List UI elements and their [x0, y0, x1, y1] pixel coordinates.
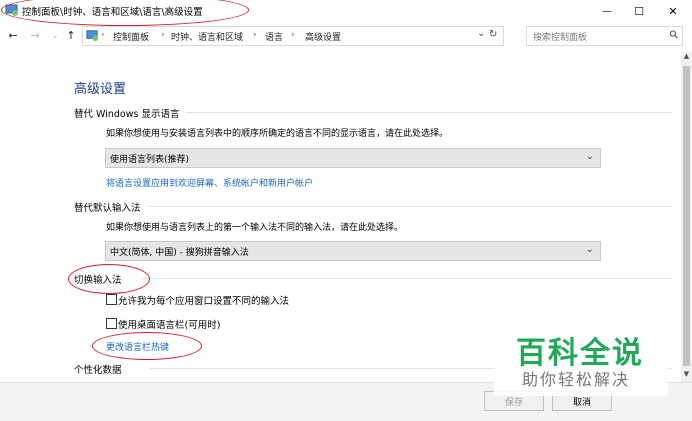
divider — [186, 112, 672, 113]
default-input-selected: 中文(简体, 中国) - 搜狗拼音输入法 — [110, 248, 249, 258]
navigation-bar: ← → ⌄ ↑ › 控制面板 › 时钟、语言和区域 › 语言 › 高级设置 ⌄ … — [0, 24, 692, 48]
search-placeholder: 搜索控制面板 — [533, 33, 588, 43]
display-language-selected: 使用语言列表(推荐) — [110, 155, 190, 165]
link-annotation-circle — [92, 332, 202, 360]
breadcrumb-language[interactable]: 语言 — [265, 30, 283, 43]
per-app-input-checkbox[interactable] — [106, 294, 117, 305]
apply-language-settings-link[interactable]: 将语言设置应用到欢迎屏幕、系统帐户和新用户帐户 — [106, 176, 313, 189]
refresh-icon[interactable]: ↻ — [489, 29, 497, 40]
scrollbar-thumb[interactable] — [683, 66, 690, 366]
vertical-scrollbar[interactable]: ▲ ▼ — [681, 52, 692, 420]
minimize-icon: — — [602, 5, 612, 17]
up-arrow-icon: ↑ — [66, 28, 76, 42]
display-language-section-title: 替代 Windows 显示语言 — [74, 109, 180, 120]
breadcrumb-clock-language-region[interactable]: 时钟、语言和区域 — [171, 30, 243, 43]
search-box[interactable]: 搜索控制面板 ⚲ — [526, 26, 683, 46]
divider — [148, 206, 672, 207]
breadcrumb-separator-icon: › — [253, 30, 257, 40]
title-bar: 控制面板\时钟、语言和区域\语言\高级设置 — ☐ ✕ — [0, 0, 692, 26]
personalization-section-title: 个性化数据 — [74, 365, 122, 376]
breadcrumb-advanced-settings[interactable]: 高级设置 — [305, 30, 341, 43]
divider — [140, 278, 672, 279]
section-annotation-circle — [68, 264, 150, 294]
desktop-language-bar-checkbox[interactable] — [106, 318, 117, 329]
back-arrow-icon: ← — [8, 28, 18, 42]
title-annotation-circle — [1, 0, 249, 26]
chevron-down-icon: ⌄ — [585, 244, 594, 255]
recent-dropdown-button[interactable]: ⌄ — [48, 28, 62, 42]
minimize-button[interactable]: — — [590, 0, 624, 22]
breadcrumb-separator-icon: › — [161, 30, 165, 40]
breadcrumb-separator-icon: › — [291, 30, 295, 40]
search-icon[interactable]: ⚲ — [667, 27, 682, 42]
maximize-icon: ☐ — [634, 4, 644, 18]
default-input-select[interactable]: 中文(简体, 中国) - 搜狗拼音输入法 ⌄ — [105, 241, 601, 261]
display-language-description: 如果你想使用与安装语言列表中的顺序所确定的语言不同的显示语言，请在此处选择。 — [106, 129, 449, 139]
back-button[interactable]: ← — [6, 28, 20, 42]
address-bar[interactable]: › 控制面板 › 时钟、语言和区域 › 语言 › 高级设置 ⌄ ↻ — [82, 26, 504, 46]
address-dropdown-icon[interactable]: ⌄ — [477, 28, 485, 39]
scroll-down-icon[interactable]: ▼ — [682, 370, 691, 380]
breadcrumb-separator-icon: › — [101, 30, 105, 40]
close-icon: ✕ — [668, 4, 678, 18]
maximize-button[interactable]: ☐ — [622, 0, 656, 22]
forward-arrow-icon: → — [30, 28, 40, 42]
breadcrumb-control-panel[interactable]: 控制面板 — [113, 30, 149, 43]
watermark: 百科全说 助你轻松解决 — [494, 326, 668, 396]
default-input-section-title: 替代默认输入法 — [74, 203, 141, 214]
per-app-input-label[interactable]: 允许我为每个应用窗口设置不同的输入法 — [118, 293, 289, 307]
control-panel-small-icon — [86, 30, 99, 42]
chevron-down-icon: ⌄ — [585, 151, 594, 162]
up-button[interactable]: ↑ — [64, 28, 78, 42]
desktop-language-bar-label[interactable]: 使用桌面语言栏(可用时) — [118, 317, 220, 331]
default-input-description: 如果你想使用与语言列表上的第一个输入法不同的输入法，请在此处选择。 — [106, 223, 404, 233]
page-title: 高级设置 — [74, 82, 127, 97]
forward-button[interactable]: → — [28, 28, 42, 42]
display-language-select[interactable]: 使用语言列表(推荐) ⌄ — [105, 148, 601, 168]
chevron-down-icon: ⌄ — [51, 30, 59, 40]
scroll-up-icon[interactable]: ▲ — [682, 52, 691, 62]
close-button[interactable]: ✕ — [656, 0, 690, 22]
watermark-subtitle: 助你轻松解决 — [522, 370, 631, 389]
